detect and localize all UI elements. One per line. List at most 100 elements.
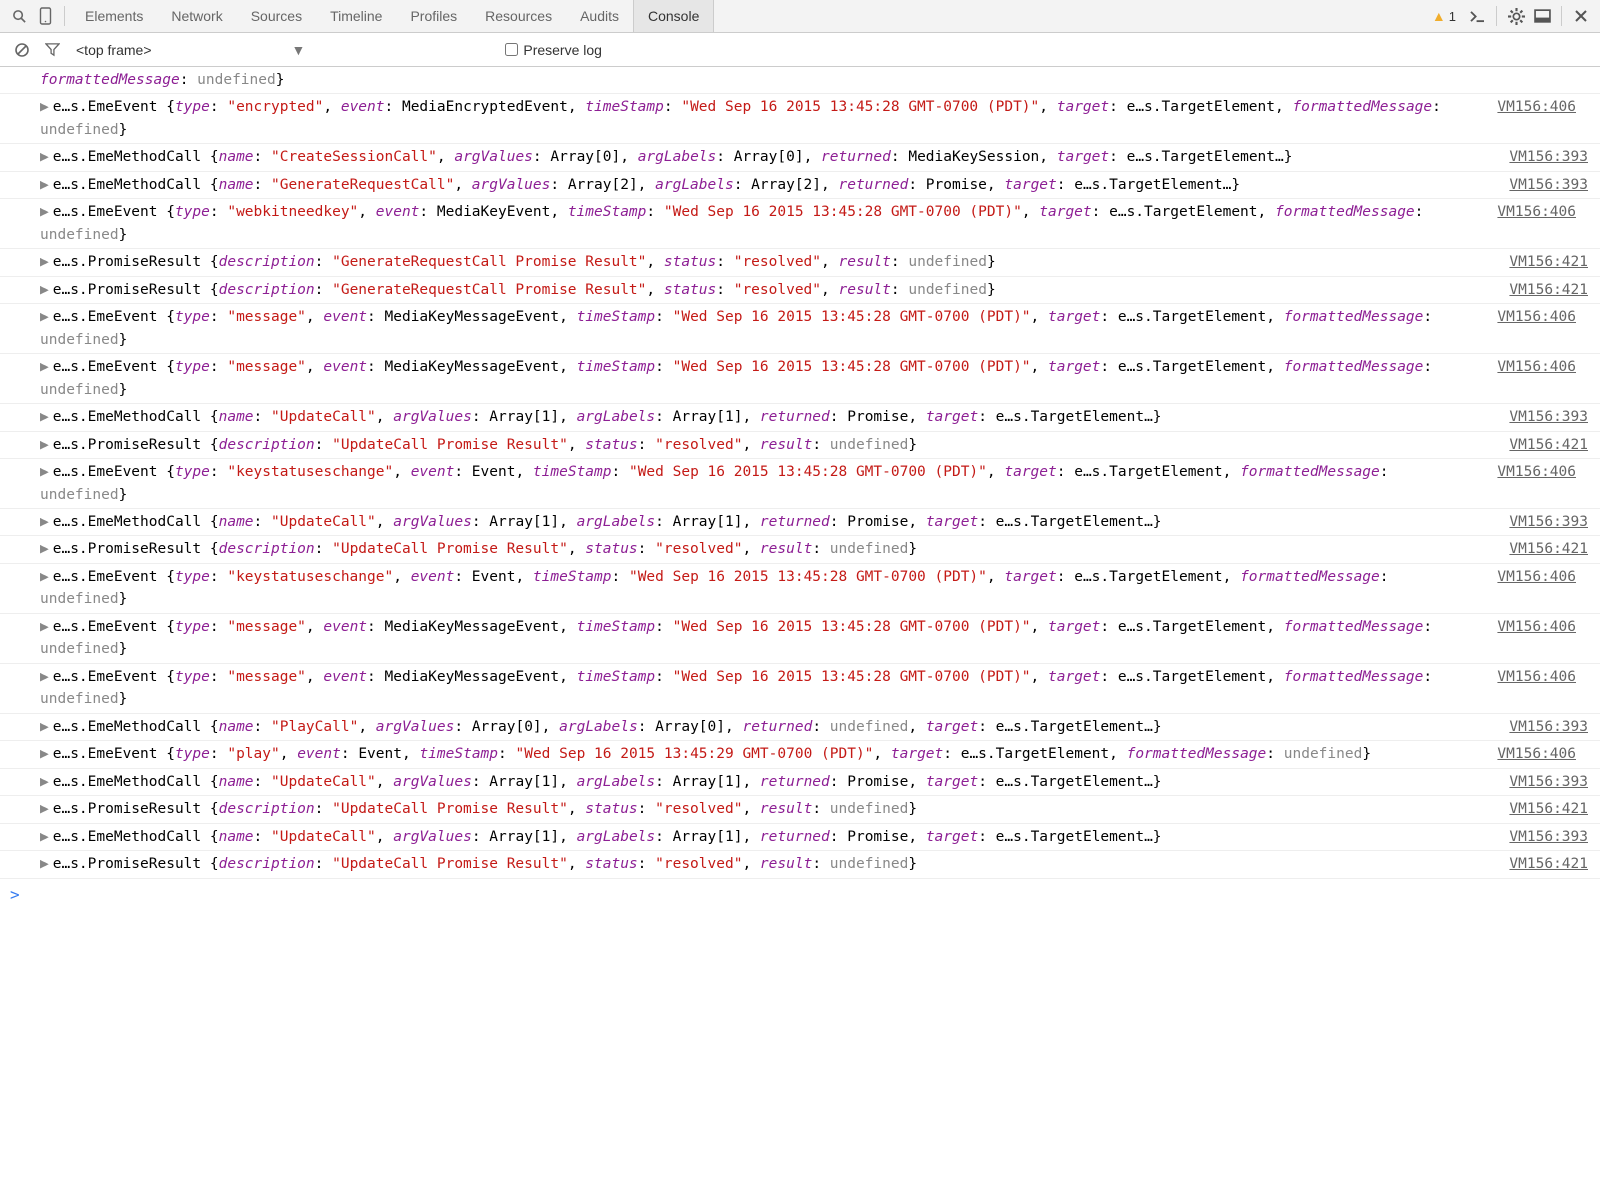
expand-icon[interactable]: ▶ (40, 437, 49, 453)
source-link[interactable]: VM156:421 (1509, 251, 1588, 273)
tab-console[interactable]: Console (633, 0, 714, 32)
tab-timeline[interactable]: Timeline (316, 0, 396, 32)
source-link[interactable]: VM156:421 (1509, 798, 1588, 820)
source-link[interactable]: VM156:406 (1497, 356, 1576, 378)
tab-profiles[interactable]: Profiles (396, 0, 471, 32)
gear-icon[interactable] (1503, 0, 1529, 33)
console-message: ▶e…s.EmeMethodCall {name: "UpdateCall", … (26, 406, 1600, 428)
console-message: ▶e…s.PromiseResult {description: "Update… (26, 798, 1600, 820)
console-entry: VM156:421▶e…s.PromiseResult {description… (0, 249, 1600, 276)
dock-icon[interactable] (1529, 0, 1555, 33)
device-icon[interactable] (32, 0, 58, 33)
console-log-area[interactable]: formattedMessage: undefined} VM156:406▶e… (0, 67, 1600, 911)
console-entry: formattedMessage: undefined} (0, 67, 1600, 94)
expand-icon[interactable]: ▶ (40, 359, 49, 375)
source-link[interactable]: VM156:406 (1497, 666, 1576, 688)
console-message: ▶e…s.EmeMethodCall {name: "PlayCall", ar… (26, 716, 1600, 738)
console-entry: VM156:421▶e…s.PromiseResult {description… (0, 851, 1600, 878)
console-entry: VM156:406▶e…s.EmeEvent {type: "keystatus… (0, 564, 1600, 614)
console-entry: VM156:406▶e…s.EmeEvent {type: "webkitnee… (0, 199, 1600, 249)
source-link[interactable]: VM156:393 (1509, 826, 1588, 848)
console-entry: VM156:393▶e…s.EmeMethodCall {name: "Upda… (0, 824, 1600, 851)
expand-icon[interactable]: ▶ (40, 254, 49, 270)
expand-icon[interactable]: ▶ (40, 204, 49, 220)
expand-icon[interactable]: ▶ (40, 99, 49, 115)
tab-audits[interactable]: Audits (566, 0, 633, 32)
expand-icon[interactable]: ▶ (40, 829, 49, 845)
source-link[interactable]: VM156:421 (1509, 434, 1588, 456)
source-link[interactable]: VM156:393 (1509, 771, 1588, 793)
console-message: ▶e…s.PromiseResult {description: "Update… (26, 853, 1600, 875)
console-message: ▶e…s.EmeEvent {type: "play", event: Even… (26, 743, 1600, 765)
expand-icon[interactable]: ▶ (40, 619, 49, 635)
tabs: ElementsNetworkSourcesTimelineProfilesRe… (71, 0, 714, 32)
expand-icon[interactable]: ▶ (40, 801, 49, 817)
source-link[interactable]: VM156:406 (1497, 616, 1576, 638)
expand-icon[interactable]: ▶ (40, 719, 49, 735)
source-link[interactable]: VM156:421 (1509, 279, 1588, 301)
console-entry: VM156:406▶e…s.EmeEvent {type: "message",… (0, 614, 1600, 664)
close-icon[interactable] (1568, 0, 1594, 33)
clear-console-icon[interactable] (10, 38, 34, 62)
source-link[interactable]: VM156:393 (1509, 511, 1588, 533)
source-link[interactable]: VM156:421 (1509, 853, 1588, 875)
console-entry: VM156:406▶e…s.EmeEvent {type: "message",… (0, 354, 1600, 404)
console-message: ▶e…s.PromiseResult {description: "Update… (26, 434, 1600, 456)
filter-icon[interactable] (40, 38, 64, 62)
console-entry: VM156:393▶e…s.EmeMethodCall {name: "Upda… (0, 769, 1600, 796)
source-link[interactable]: VM156:406 (1497, 743, 1576, 765)
console-message: ▶e…s.EmeEvent {type: "message", event: M… (26, 616, 1600, 661)
expand-icon[interactable]: ▶ (40, 177, 49, 193)
expand-icon[interactable]: ▶ (40, 514, 49, 530)
console-message: ▶e…s.PromiseResult {description: "Genera… (26, 251, 1600, 273)
separator (64, 6, 65, 26)
source-link[interactable]: VM156:393 (1509, 716, 1588, 738)
console-entry: VM156:393▶e…s.EmeMethodCall {name: "Play… (0, 714, 1600, 741)
source-link[interactable]: VM156:421 (1509, 538, 1588, 560)
console-message: ▶e…s.EmeMethodCall {name: "UpdateCall", … (26, 771, 1600, 793)
tab-elements[interactable]: Elements (71, 0, 157, 32)
console-message: ▶e…s.PromiseResult {description: "Genera… (26, 279, 1600, 301)
expand-icon[interactable]: ▶ (40, 282, 49, 298)
frame-selector[interactable]: <top frame> ▼ (76, 42, 305, 58)
expand-icon[interactable]: ▶ (40, 774, 49, 790)
expand-icon[interactable]: ▶ (40, 541, 49, 557)
warning-icon: ▲ (1432, 8, 1446, 24)
source-link[interactable]: VM156:406 (1497, 306, 1576, 328)
console-entry: VM156:406▶e…s.EmeEvent {type: "encrypted… (0, 94, 1600, 144)
source-link[interactable]: VM156:406 (1497, 96, 1576, 118)
source-link[interactable]: VM156:406 (1497, 461, 1576, 483)
search-icon[interactable] (6, 0, 32, 33)
console-message: formattedMessage: undefined} (26, 69, 1600, 91)
console-entry: VM156:393▶e…s.EmeMethodCall {name: "Crea… (0, 144, 1600, 171)
expand-icon[interactable]: ▶ (40, 746, 49, 762)
console-entry: VM156:421▶e…s.PromiseResult {description… (0, 277, 1600, 304)
expand-icon[interactable]: ▶ (40, 149, 49, 165)
expand-icon[interactable]: ▶ (40, 856, 49, 872)
console-entry: VM156:421▶e…s.PromiseResult {description… (0, 796, 1600, 823)
expand-icon[interactable]: ▶ (40, 464, 49, 480)
console-message: ▶e…s.EmeEvent {type: "message", event: M… (26, 306, 1600, 351)
source-link[interactable]: VM156:393 (1509, 146, 1588, 168)
tab-network[interactable]: Network (157, 0, 236, 32)
preserve-log-input[interactable] (505, 43, 518, 56)
console-entry: VM156:406▶e…s.EmeEvent {type: "keystatus… (0, 459, 1600, 509)
tab-resources[interactable]: Resources (471, 0, 566, 32)
console-prompt-icon[interactable] (1464, 0, 1490, 33)
console-message: ▶e…s.EmeMethodCall {name: "UpdateCall", … (26, 511, 1600, 533)
expand-icon[interactable]: ▶ (40, 569, 49, 585)
expand-icon[interactable]: ▶ (40, 409, 49, 425)
source-link[interactable]: VM156:406 (1497, 201, 1576, 223)
console-entry: VM156:406▶e…s.EmeEvent {type: "message",… (0, 304, 1600, 354)
preserve-log-checkbox[interactable]: Preserve log (505, 42, 602, 58)
source-link[interactable]: VM156:393 (1509, 406, 1588, 428)
source-link[interactable]: VM156:406 (1497, 566, 1576, 588)
console-prompt[interactable]: > (0, 879, 1600, 912)
warning-badge[interactable]: ▲ 1 (1432, 8, 1456, 24)
source-link[interactable]: VM156:393 (1509, 174, 1588, 196)
console-message: ▶e…s.EmeMethodCall {name: "GenerateReque… (26, 174, 1600, 196)
tab-sources[interactable]: Sources (237, 0, 316, 32)
expand-icon[interactable]: ▶ (40, 669, 49, 685)
expand-icon[interactable]: ▶ (40, 309, 49, 325)
devtools-topbar: ElementsNetworkSourcesTimelineProfilesRe… (0, 0, 1600, 33)
